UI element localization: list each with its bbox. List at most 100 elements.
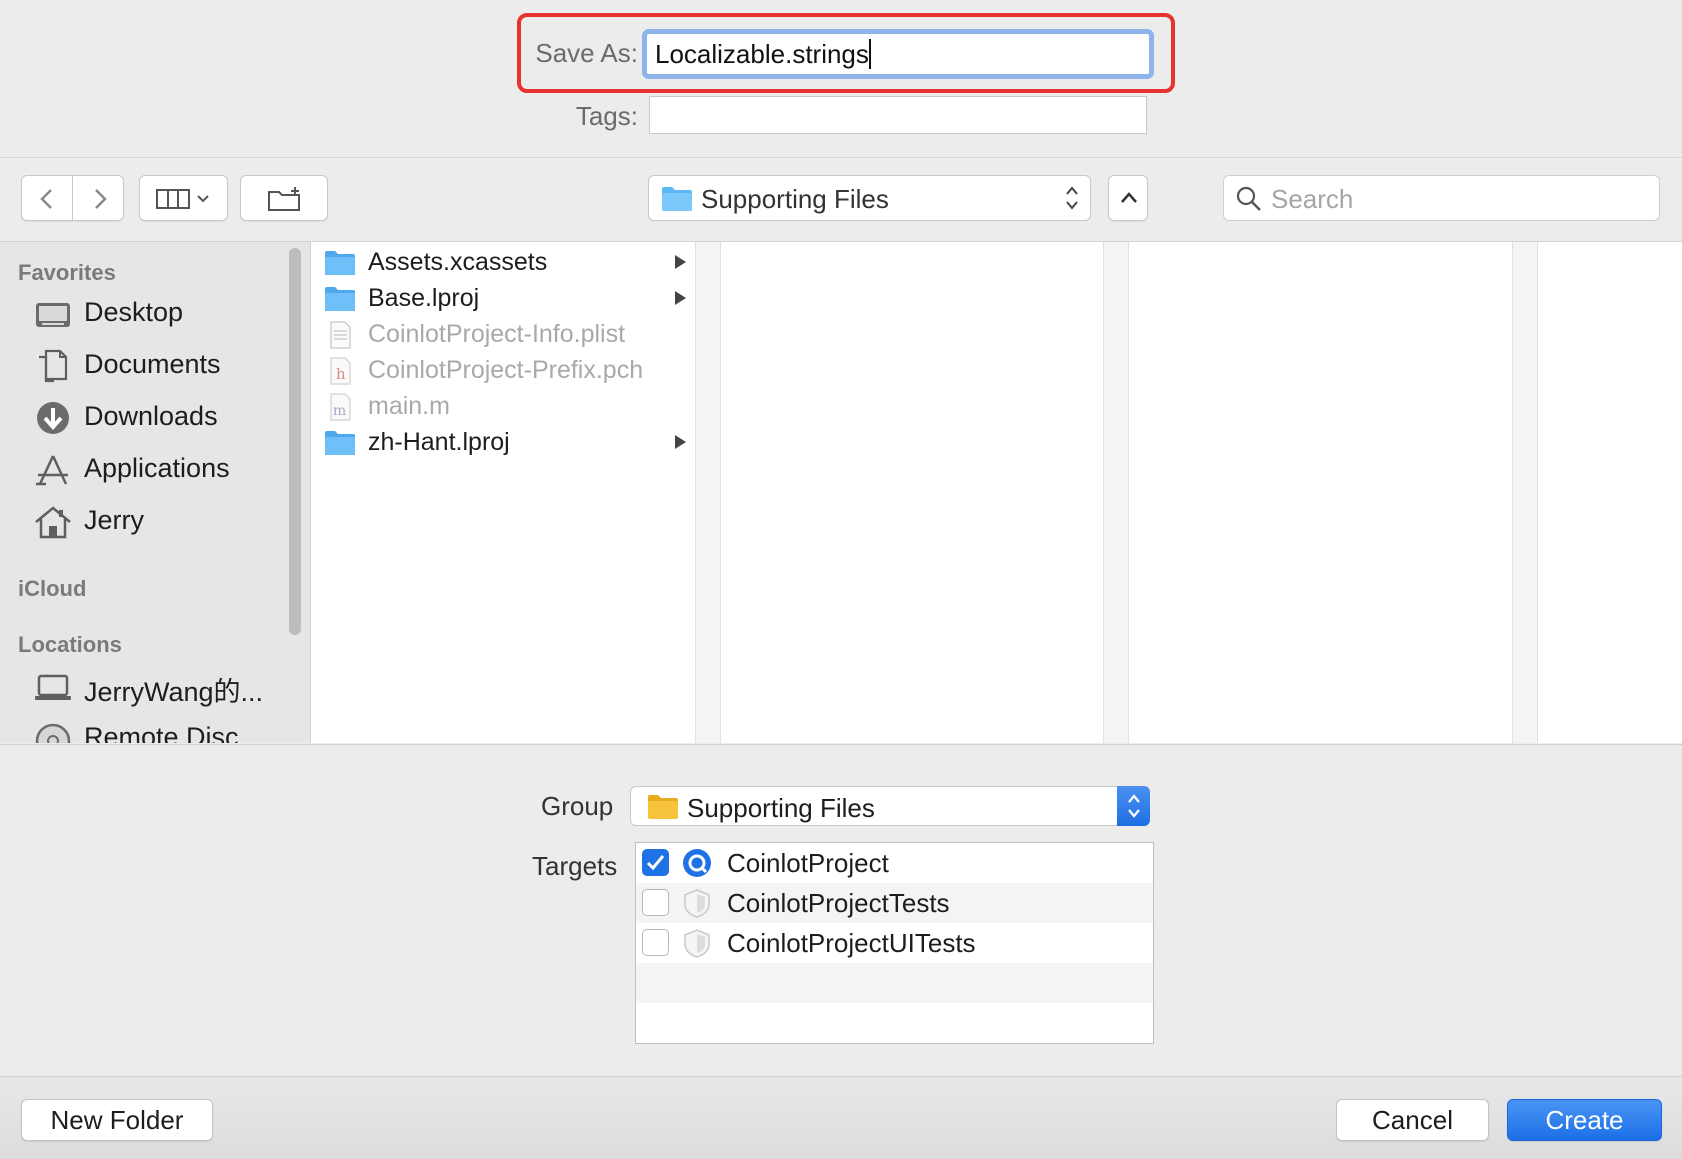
file-row-zh-hant[interactable]: zh-Hant.lproj — [311, 425, 711, 461]
folder-icon — [648, 795, 678, 819]
file-name: Assets.xcassets — [368, 248, 548, 276]
column-divider — [1103, 242, 1129, 743]
sidebar-item-desktop[interactable]: Desktop — [34, 294, 294, 334]
app-target-icon — [683, 849, 711, 877]
target-checkbox[interactable] — [642, 929, 669, 956]
applications-icon — [36, 455, 68, 486]
sidebar-scrollbar[interactable] — [289, 248, 301, 635]
target-row[interactable]: CoinlotProjectUITests — [636, 923, 1153, 963]
sidebar-item-label: Remote Disc — [84, 722, 239, 743]
plist-file-icon — [330, 321, 351, 349]
test-target-icon — [684, 929, 710, 958]
cancel-button[interactable]: Cancel — [1336, 1099, 1489, 1141]
bottom-bar: New Folder Cancel Create — [0, 1076, 1682, 1159]
disclosure-arrow-icon — [675, 291, 686, 305]
chevron-right-icon — [95, 189, 107, 209]
target-name: CoinlotProject — [727, 848, 889, 878]
folder-icon — [662, 187, 692, 211]
target-name: CoinlotProjectTests — [727, 888, 950, 918]
target-row[interactable]: CoinlotProject — [636, 843, 1153, 883]
highlight-annotation — [517, 13, 1175, 93]
popup-stepper — [1117, 786, 1150, 826]
location-popup[interactable]: Supporting Files — [648, 175, 1091, 221]
empty-column — [1129, 242, 1513, 743]
parent-folder-button[interactable] — [1108, 175, 1148, 221]
group-popup[interactable]: Supporting Files — [630, 786, 1150, 826]
sidebar-item-computer[interactable]: JerryWang的... — [34, 667, 294, 707]
target-checkbox[interactable] — [642, 849, 669, 876]
sidebar-item-label: Documents — [84, 349, 221, 379]
sidebar-item-documents[interactable]: Documents — [34, 346, 294, 386]
save-header: Save As: Localizable.strings Tags: — [0, 0, 1682, 158]
new-folder-icon — [268, 187, 300, 211]
search-field[interactable]: Search — [1223, 175, 1660, 221]
new-folder-toolbar-button[interactable] — [240, 175, 328, 221]
column-divider — [1512, 242, 1538, 743]
location-label: Supporting Files — [701, 184, 889, 214]
sidebar-item-downloads[interactable]: Downloads — [34, 398, 294, 438]
column-view-icon — [156, 189, 209, 209]
header-file-icon: h — [330, 357, 351, 385]
accessory-panel: Group Supporting Files Targets CoinlotPr… — [0, 744, 1682, 1076]
file-name: CoinlotProject-Info.plist — [368, 320, 626, 348]
empty-column — [721, 242, 1103, 743]
sidebar-item-label: Applications — [84, 453, 230, 483]
chevron-up-icon — [1121, 192, 1137, 203]
up-down-chevron-icon — [1066, 186, 1078, 210]
svg-text:h: h — [336, 365, 346, 383]
source-file-icon: m — [330, 393, 351, 421]
folder-icon — [325, 251, 355, 275]
sidebar-item-remote-disc[interactable]: Remote Disc — [34, 719, 294, 743]
file-name: main.m — [368, 392, 450, 420]
sidebar-item-label: JerryWang的... — [84, 677, 264, 707]
documents-icon — [39, 349, 68, 383]
forward-button[interactable] — [72, 175, 124, 221]
group-label: Group — [541, 791, 614, 821]
file-row-prefix-pch: h CoinlotProject-Prefix.pch — [311, 353, 711, 389]
sidebar-item-applications[interactable]: Applications — [34, 450, 294, 490]
search-placeholder: Search — [1271, 184, 1354, 214]
checkmark-icon — [646, 855, 665, 871]
disclosure-arrow-icon — [675, 255, 686, 269]
locations-header: Locations — [18, 632, 122, 657]
sidebar-item-label: Desktop — [84, 297, 184, 327]
desktop-icon — [36, 303, 70, 327]
target-checkbox[interactable] — [642, 889, 669, 916]
column-divider — [695, 242, 721, 743]
search-icon — [1236, 186, 1261, 211]
target-name: CoinlotProjectUITests — [727, 928, 976, 958]
tags-field[interactable] — [649, 96, 1147, 134]
up-down-chevron-icon — [1128, 794, 1140, 818]
tags-label: Tags: — [575, 101, 638, 131]
file-row-base[interactable]: Base.lproj — [311, 281, 711, 317]
favorites-header: Favorites — [18, 260, 116, 285]
file-name: zh-Hant.lproj — [368, 428, 510, 456]
chevron-left-icon — [40, 189, 52, 209]
empty-column — [1538, 242, 1682, 743]
target-row-empty — [636, 963, 1153, 1003]
create-button[interactable]: Create — [1507, 1099, 1662, 1141]
folder-icon — [325, 287, 355, 311]
file-column: Assets.xcassets Base.lproj CoinlotProjec… — [311, 242, 723, 743]
view-options-button[interactable] — [139, 175, 228, 221]
icloud-header: iCloud — [18, 576, 87, 601]
file-row-assets[interactable]: Assets.xcassets — [311, 245, 711, 281]
sidebar: Favorites Desktop Documents Downloads Ap… — [0, 242, 311, 743]
sidebar-item-label: Downloads — [84, 401, 218, 431]
downloads-icon — [37, 402, 69, 434]
svg-text:m: m — [333, 403, 346, 419]
file-row-info-plist: CoinlotProject-Info.plist — [311, 317, 711, 353]
targets-label: Targets — [532, 851, 618, 881]
file-row-main-m: m main.m — [311, 389, 711, 425]
back-button[interactable] — [21, 175, 73, 221]
target-row[interactable]: CoinlotProjectTests — [636, 883, 1153, 923]
sidebar-item-jerry[interactable]: Jerry — [34, 502, 294, 542]
file-name: CoinlotProject-Prefix.pch — [368, 356, 644, 384]
new-folder-button[interactable]: New Folder — [21, 1099, 213, 1141]
sidebar-item-label: Jerry — [84, 505, 144, 535]
test-target-icon — [684, 889, 710, 918]
disc-icon — [35, 723, 71, 743]
file-name: Base.lproj — [368, 284, 480, 312]
targets-list: CoinlotProject CoinlotProjectTests Coinl… — [635, 842, 1154, 1044]
group-value: Supporting Files — [687, 793, 875, 823]
